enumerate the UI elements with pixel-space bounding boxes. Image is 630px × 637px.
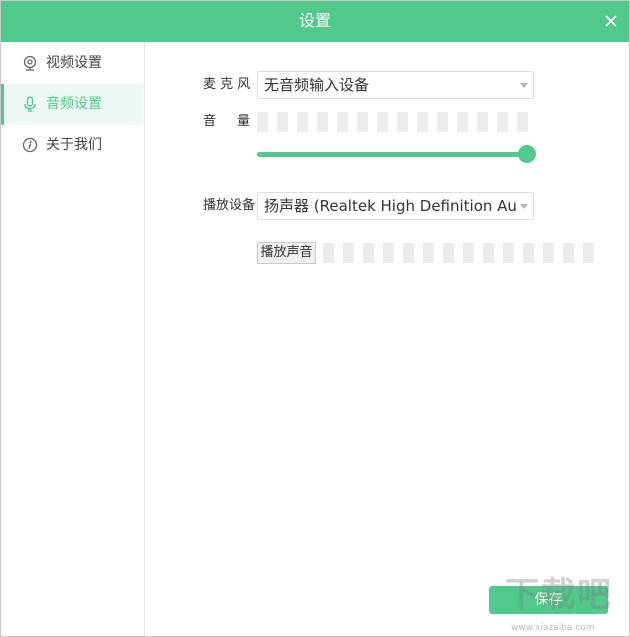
meter-segment <box>423 243 434 263</box>
volume-slider[interactable] <box>257 145 536 163</box>
sidebar-item-about-us[interactable]: 关于我们 <box>1 125 143 166</box>
playback-device-label: 播放设备 <box>203 198 256 213</box>
meter-segment <box>383 243 394 263</box>
meter-segment <box>317 112 328 132</box>
watermark-url: www.xiazaiba.com <box>511 623 595 633</box>
webcam-icon <box>22 55 38 71</box>
meter-segment <box>543 243 554 263</box>
meter-segment <box>503 243 514 263</box>
meter-segment <box>377 112 388 132</box>
meter-segment <box>397 112 408 132</box>
meter-segment <box>477 112 488 132</box>
sidebar-item-label: 音频设置 <box>46 96 102 112</box>
info-icon <box>22 137 38 153</box>
meter-segment <box>357 112 368 132</box>
meter-segment <box>277 112 288 132</box>
meter-segment <box>323 243 334 263</box>
meter-segment <box>343 243 354 263</box>
microphone-select[interactable]: 无音频输入设备 <box>257 71 534 99</box>
meter-segment <box>497 112 508 132</box>
meter-segment <box>583 243 594 263</box>
playback-device-select-value: 扬声器 (Realtek High Definition Audio <box>264 197 517 215</box>
microphone-select-value: 无音频输入设备 <box>264 76 370 94</box>
save-button[interactable]: 保存 <box>489 586 608 614</box>
microphone-icon <box>22 96 38 112</box>
chevron-down-icon <box>520 204 528 209</box>
close-icon[interactable] <box>604 13 618 27</box>
sidebar-item-label: 视频设置 <box>46 55 102 71</box>
chevron-down-icon <box>520 83 528 88</box>
meter-segment <box>563 243 574 263</box>
meter-segment <box>363 243 374 263</box>
meter-segment <box>463 243 474 263</box>
meter-segment <box>523 243 534 263</box>
volume-slider-thumb[interactable] <box>518 145 536 163</box>
playback-level-meter <box>323 243 594 263</box>
meter-segment <box>297 112 308 132</box>
settings-window: 设置 视频设置 音频设置 关于我们 麦 克 风 无音频输入设备 音 量 播放设备… <box>0 0 630 637</box>
meter-segment <box>517 112 528 132</box>
sidebar-item-audio-settings[interactable]: 音频设置 <box>1 84 143 125</box>
title-bar: 设置 <box>1 1 629 42</box>
meter-segment <box>443 243 454 263</box>
meter-segment <box>257 112 268 132</box>
meter-segment <box>337 112 348 132</box>
sidebar-item-label: 关于我们 <box>46 137 102 153</box>
microphone-label: 麦 克 风 <box>203 77 251 92</box>
sidebar-item-video-settings[interactable]: 视频设置 <box>1 43 143 84</box>
meter-segment <box>483 243 494 263</box>
play-sound-button[interactable]: 播放声音 <box>257 242 316 264</box>
meter-segment <box>417 112 428 132</box>
meter-segment <box>403 243 414 263</box>
microphone-level-meter <box>257 112 528 132</box>
window-title: 设置 <box>298 11 331 30</box>
playback-device-select[interactable]: 扬声器 (Realtek High Definition Audio <box>257 192 534 220</box>
volume-slider-fill <box>257 152 527 157</box>
volume-label: 音 量 <box>203 114 250 129</box>
meter-segment <box>457 112 468 132</box>
meter-segment <box>437 112 448 132</box>
sidebar: 视频设置 音频设置 关于我们 <box>1 42 145 636</box>
